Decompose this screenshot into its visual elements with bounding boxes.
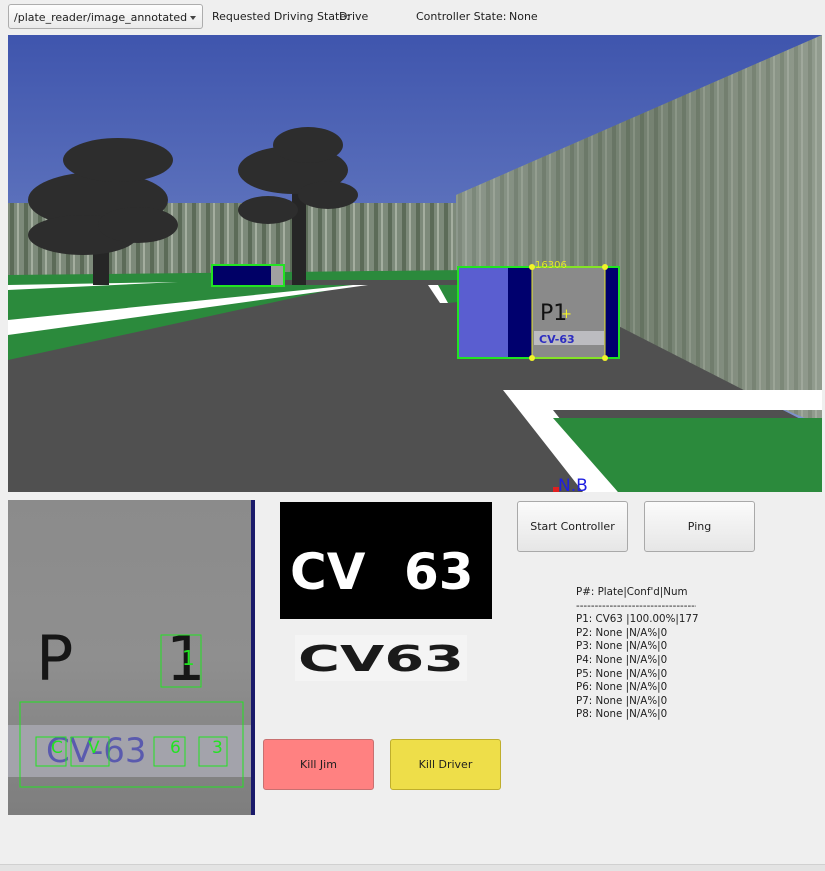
heading-label: N.B [558,476,588,492]
plate-strip-text: CV63 [298,639,464,680]
binary-text-right: 63 [404,543,474,601]
chevron-down-icon [190,16,196,20]
plate-strip-view: CV63 [295,635,467,681]
camera-scene: P1 CV-63 + 16306 N.B [8,35,822,492]
near-car-side [458,268,508,357]
results-divider: ----------------------------------- [576,599,696,612]
driving-state-label: Requested Driving State: [212,10,350,23]
controller-state-value: None [509,10,538,23]
topic-select[interactable]: /plate_reader/image_annotated [8,4,203,29]
kill-driver-button[interactable]: Kill Driver [390,739,501,790]
plate-strip-image: CV63 [295,635,467,681]
results-row: P5: None |N/A%|0 [576,667,668,680]
start-controller-button[interactable]: Start Controller [517,501,628,552]
digit-detect-label: 1 [182,646,195,670]
ping-button[interactable]: Ping [644,501,755,552]
binary-plate-view: CV 63 [280,502,492,619]
binary-plate-image: CV 63 [280,502,492,619]
binary-text-left: CV [290,543,366,601]
top-bar: /plate_reader/image_annotated Requested … [0,0,825,34]
results-header: P#: Plate|Conf'd|Num [576,586,688,598]
annotated-camera-view: P1 CV-63 + 16306 N.B [8,35,822,492]
results-row: P6: None |N/A%|0 [576,681,668,694]
kill-jim-button[interactable]: Kill Jim [263,739,374,790]
plate-sign-plate: CV-63 [539,333,575,346]
char-label-6: 6 [170,738,181,758]
plate-crop-view: P 1 CV-63 1 C V 6 3 [8,500,255,815]
results-row: P4: None |N/A%|0 [576,653,668,666]
car-id-label: 16306 [535,260,567,271]
crop-parking-letter: P [36,622,73,695]
char-label-v: V [88,738,100,758]
results-row: P8: None |N/A%|0 [576,708,668,721]
plate-crop-image: P 1 CV-63 1 C V 6 3 [8,500,255,815]
driving-state-value: Drive [339,10,369,23]
controller-state-label: Controller State: [416,10,507,23]
results-row: P3: None |N/A%|0 [576,640,668,653]
results-row: P2: None |N/A%|0 [576,626,668,639]
char-label-c: C [51,738,63,758]
results-row: P7: None |N/A%|0 [576,694,668,707]
topic-select-value: /plate_reader/image_annotated [14,11,188,24]
plate-results: P#: Plate|Conf'd|Num -------------------… [576,586,756,722]
results-row: P1: CV63 |100.00%|177 [576,613,699,626]
plate-center-marker: + [561,307,572,322]
char-label-3: 3 [212,738,223,758]
